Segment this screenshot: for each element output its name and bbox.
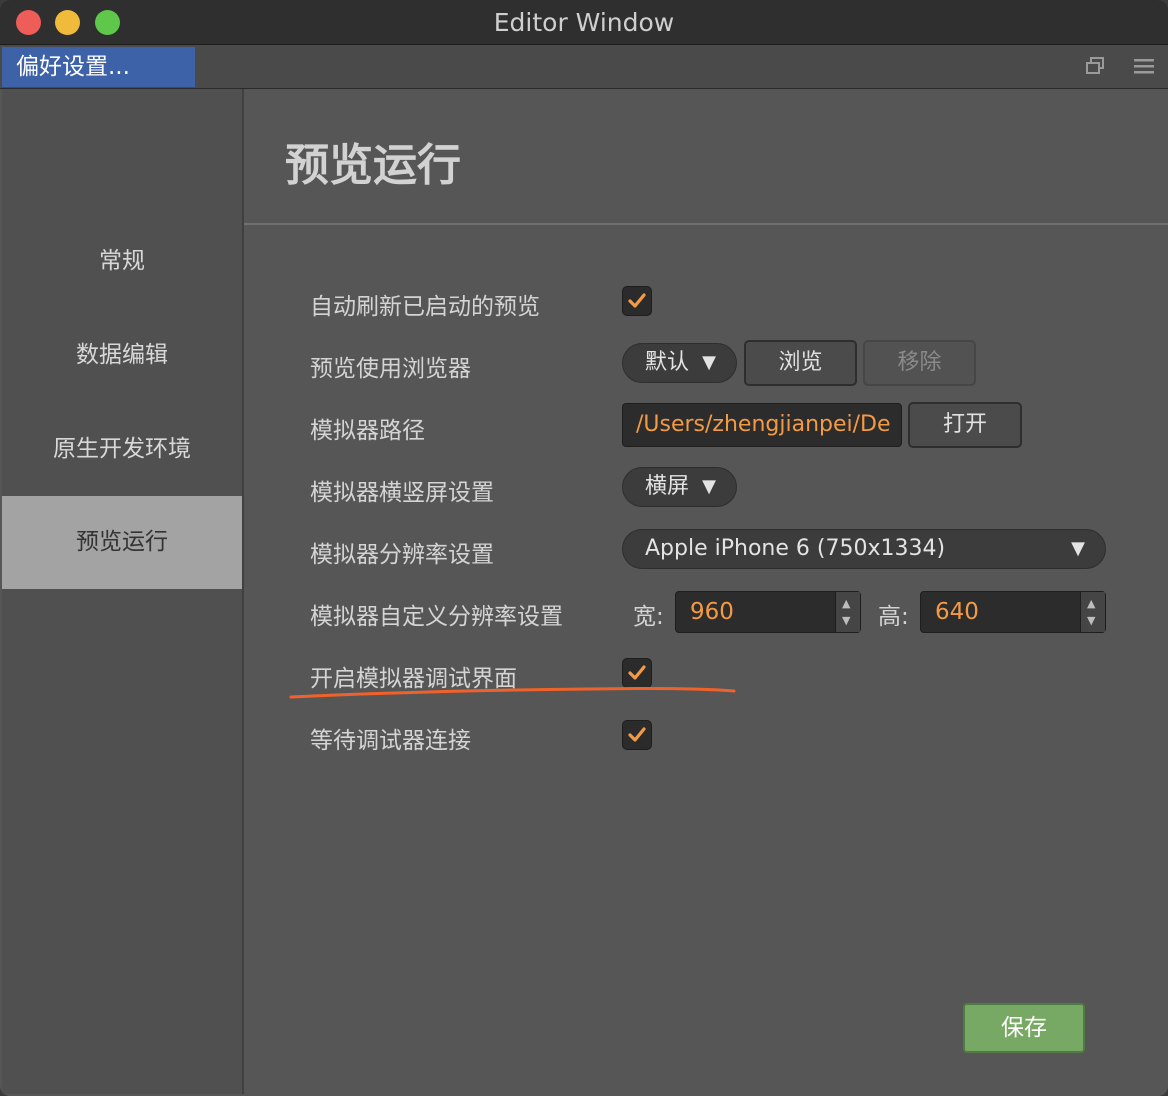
- title-divider: [244, 223, 1168, 225]
- dropdown-arrow-icon: ▼: [1071, 538, 1085, 559]
- width-value: 960: [690, 599, 734, 625]
- annotation-underline: [289, 686, 736, 699]
- orientation-select-value: 横屏: [645, 474, 690, 499]
- wait-debugger-label: 等待调试器连接: [310, 728, 471, 754]
- stepper-up-icon[interactable]: ▲: [1087, 598, 1095, 609]
- sidebar-item-general[interactable]: 常规: [2, 215, 242, 308]
- remove-button[interactable]: 移除: [863, 340, 976, 386]
- sidebar-item-native-env[interactable]: 原生开发环境: [2, 403, 242, 496]
- height-value: 640: [935, 599, 979, 625]
- dropdown-arrow-icon: ▼: [702, 352, 716, 373]
- width-input[interactable]: 960 ▲ ▼: [675, 591, 861, 633]
- height-input[interactable]: 640 ▲ ▼: [920, 591, 1106, 633]
- auto-refresh-checkbox[interactable]: [622, 286, 652, 316]
- stepper-down-icon[interactable]: ▼: [842, 615, 850, 626]
- simulator-path-input[interactable]: /Users/zhengjianpei/De: [622, 403, 902, 447]
- save-button[interactable]: 保存: [963, 1003, 1085, 1053]
- resolution-label: 模拟器分辨率设置: [310, 542, 494, 568]
- browser-label: 预览使用浏览器: [310, 356, 471, 382]
- checkmark-icon: [628, 293, 646, 308]
- height-stepper[interactable]: ▲ ▼: [1080, 592, 1105, 632]
- open-path-button[interactable]: 打开: [908, 402, 1022, 448]
- tab-bar: 偏好设置...: [0, 45, 1168, 89]
- page-title: 预览运行: [285, 140, 461, 191]
- orientation-select[interactable]: 横屏 ▼: [622, 467, 737, 507]
- resolution-select[interactable]: Apple iPhone 6 (750x1334) ▼: [622, 529, 1106, 569]
- checkmark-icon: [628, 727, 646, 742]
- orientation-label: 模拟器横竖屏设置: [310, 480, 494, 506]
- simulator-path-label: 模拟器路径: [310, 418, 425, 444]
- title-bar: Editor Window: [0, 0, 1168, 45]
- main-panel: 预览运行 自动刷新已启动的预览 预览使用浏览器 默认 ▼ 浏览 移除 模拟器路径…: [244, 89, 1168, 1096]
- editor-window: Editor Window 偏好设置... 常规 数据编辑 原生开发环境 预览运…: [0, 0, 1168, 1096]
- auto-refresh-label: 自动刷新已启动的预览: [310, 294, 540, 320]
- browser-select-value: 默认: [645, 350, 690, 375]
- stepper-up-icon[interactable]: ▲: [842, 598, 850, 609]
- resolution-select-value: Apple iPhone 6 (750x1334): [645, 536, 946, 561]
- restore-window-icon[interactable]: [1083, 53, 1109, 79]
- sidebar: 常规 数据编辑 原生开发环境 预览运行: [2, 89, 244, 1094]
- browse-button[interactable]: 浏览: [744, 340, 857, 386]
- checkmark-icon: [628, 665, 646, 680]
- browser-select[interactable]: 默认 ▼: [622, 343, 737, 383]
- hamburger-menu-icon[interactable]: [1131, 53, 1157, 79]
- sidebar-item-preview-run[interactable]: 预览运行: [2, 496, 242, 589]
- width-label: 宽:: [633, 604, 664, 630]
- wait-debugger-checkbox[interactable]: [622, 720, 652, 750]
- sidebar-item-data-editing[interactable]: 数据编辑: [2, 309, 242, 402]
- dropdown-arrow-icon: ▼: [702, 476, 716, 497]
- width-stepper[interactable]: ▲ ▼: [835, 592, 860, 632]
- stepper-down-icon[interactable]: ▼: [1087, 615, 1095, 626]
- tab-preferences[interactable]: 偏好设置...: [2, 47, 195, 87]
- height-label: 高:: [878, 604, 909, 630]
- custom-resolution-label: 模拟器自定义分辨率设置: [310, 604, 563, 630]
- window-title: Editor Window: [493, 8, 675, 37]
